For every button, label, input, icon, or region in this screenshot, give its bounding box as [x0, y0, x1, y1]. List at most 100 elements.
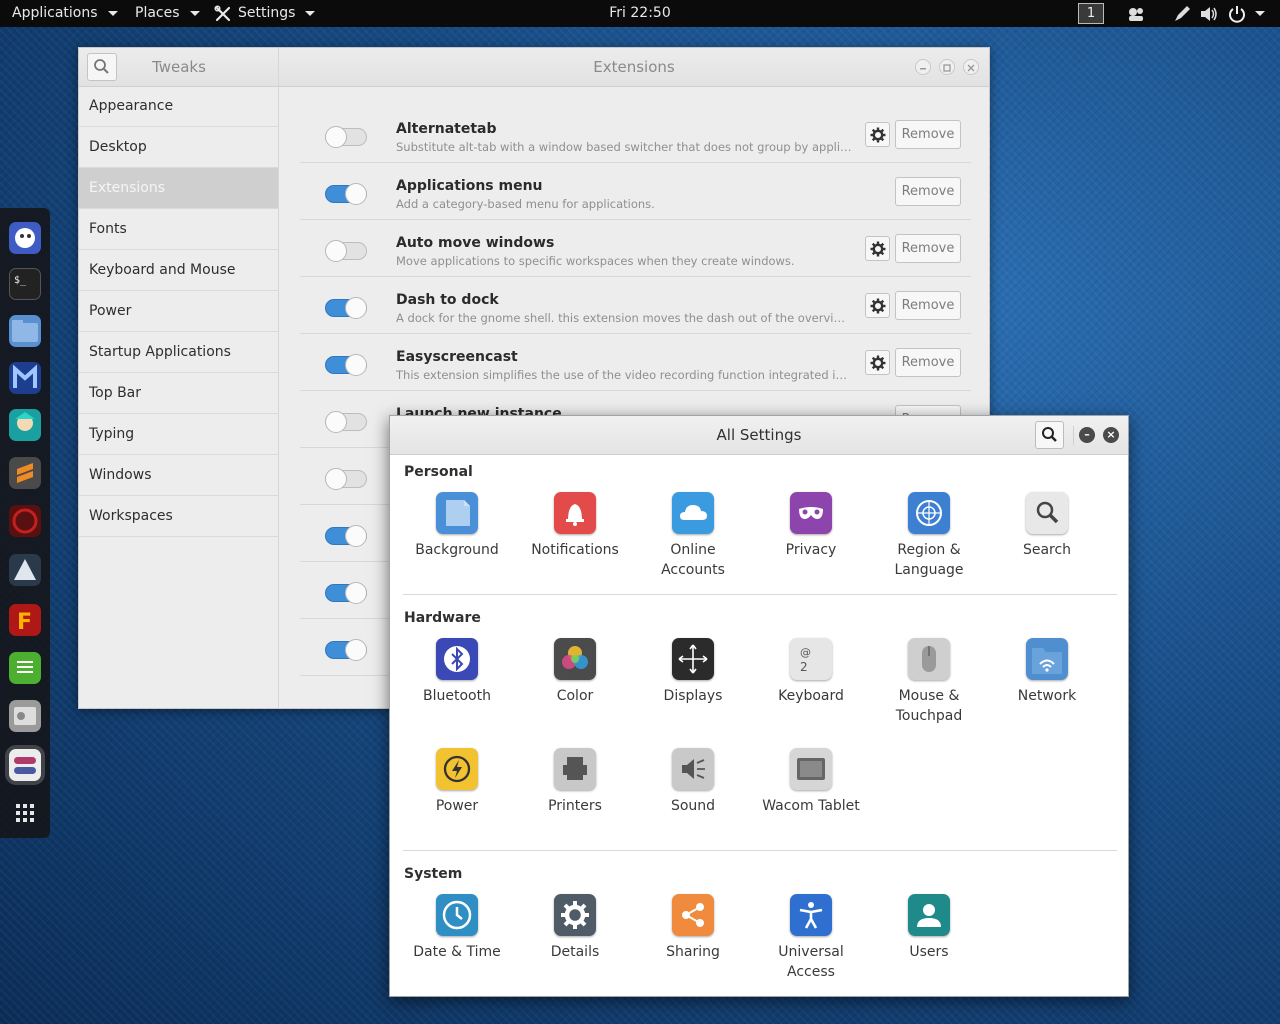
sidebar-item-workspaces[interactable]: Workspaces — [79, 496, 278, 537]
remove-extension-button[interactable]: Remove — [895, 291, 961, 320]
sublime-icon[interactable] — [9, 457, 41, 489]
settings-tile-network[interactable]: Network — [988, 638, 1106, 706]
extension-settings-button[interactable] — [865, 293, 890, 318]
workspace-indicator[interactable]: 1 — [1078, 3, 1104, 24]
sidebar-item-startup-applications[interactable]: Startup Applications — [79, 332, 278, 373]
terminal-icon[interactable]: $_ — [9, 268, 41, 300]
search-icon — [94, 59, 109, 74]
extension-toggle[interactable] — [325, 297, 367, 319]
people-icon[interactable] — [1126, 4, 1146, 24]
sidebar-item-top-bar[interactable]: Top Bar — [79, 373, 278, 414]
extension-toggle[interactable] — [325, 354, 367, 376]
app-grid-icon[interactable] — [9, 797, 41, 829]
tweaks-search-button[interactable] — [87, 53, 117, 81]
extension-settings-button[interactable] — [865, 236, 890, 261]
extension-toggle[interactable] — [325, 183, 367, 205]
maximize-button[interactable] — [939, 59, 955, 75]
settings-tile-search[interactable]: Search — [988, 492, 1106, 560]
filezilla-icon[interactable]: F — [9, 604, 41, 636]
settings-tile-date-time[interactable]: Date & Time — [398, 894, 516, 962]
settings-tile-label: Users — [909, 944, 949, 960]
sidebar-item-windows[interactable]: Windows — [79, 455, 278, 496]
toggle-knob — [345, 525, 367, 547]
section-divider — [403, 850, 1117, 851]
extension-settings-button[interactable] — [865, 350, 890, 375]
system-monitor-icon[interactable] — [9, 222, 41, 254]
close-button[interactable]: × — [1103, 427, 1119, 443]
remove-extension-button[interactable]: Remove — [895, 234, 961, 263]
settings-tile-label: Notifications — [531, 542, 619, 558]
settings-tile-sound[interactable]: Sound — [634, 748, 752, 816]
notifications-icon — [554, 492, 596, 534]
inkscape-icon[interactable] — [9, 554, 41, 586]
sidebar-item-desktop[interactable]: Desktop — [79, 127, 278, 168]
settings-tile-label: Printers — [548, 798, 602, 814]
settings-tile-wacom-tablet[interactable]: Wacom Tablet — [752, 748, 870, 816]
crash-icon[interactable] — [9, 505, 41, 537]
settings-tile-online-accounts[interactable]: Online Accounts — [634, 492, 752, 580]
settings-tile-details[interactable]: Details — [516, 894, 634, 962]
settings-tile-sharing[interactable]: Sharing — [634, 894, 752, 962]
text-editor-icon[interactable] — [9, 652, 41, 684]
date-time-icon — [436, 894, 478, 936]
settings-tile-universal-access[interactable]: Universal Access — [752, 894, 870, 982]
extension-settings-button[interactable] — [865, 122, 890, 147]
settings-tile-label: Universal Access — [778, 944, 844, 980]
universal-access-icon — [790, 894, 832, 936]
details-icon — [554, 894, 596, 936]
extension-toggle[interactable] — [325, 468, 367, 490]
users-icon — [908, 894, 950, 936]
extension-toggle[interactable] — [325, 582, 367, 604]
settings-tile-users[interactable]: Users — [870, 894, 988, 962]
malwarebytes-icon[interactable] — [9, 362, 41, 394]
sidebar-item-appearance[interactable]: Appearance — [79, 86, 278, 127]
settings-tile-background[interactable]: Background — [398, 492, 516, 560]
settings-tile-privacy[interactable]: Privacy — [752, 492, 870, 560]
remove-extension-button[interactable]: Remove — [895, 120, 961, 149]
volume-icon[interactable] — [1199, 4, 1219, 24]
privacy-icon — [790, 492, 832, 534]
bluetooth-icon — [436, 638, 478, 680]
extension-toggle[interactable] — [325, 411, 367, 433]
settings-tile-notifications[interactable]: Notifications — [516, 492, 634, 560]
settings-tile-region-language[interactable]: Region & Language — [870, 492, 988, 580]
sound-icon — [672, 748, 714, 790]
disk-utility-icon[interactable] — [9, 700, 41, 732]
settings-tile-mouse[interactable]: Mouse & Touchpad — [870, 638, 988, 726]
remove-extension-button[interactable]: Remove — [895, 177, 961, 206]
settings-tile-label: Mouse & Touchpad — [895, 688, 963, 724]
power-icon[interactable] — [1227, 4, 1247, 24]
settings-tile-label: Bluetooth — [423, 688, 491, 704]
sidebar-item-extensions[interactable]: Extensions — [79, 168, 278, 209]
minimize-button[interactable]: – — [1079, 427, 1095, 443]
header-separator — [1073, 426, 1074, 445]
tweaks-icon[interactable] — [9, 749, 41, 781]
game-icon[interactable] — [9, 409, 41, 441]
sidebar-item-power[interactable]: Power — [79, 291, 278, 332]
sidebar-item-keyboard-and-mouse[interactable]: Keyboard and Mouse — [79, 250, 278, 291]
settings-tile-power[interactable]: Power — [398, 748, 516, 816]
system-menu-chevron-icon[interactable] — [1255, 11, 1265, 16]
sidebar-item-fonts[interactable]: Fonts — [79, 209, 278, 250]
settings-search-button[interactable] — [1035, 421, 1064, 449]
extension-toggle[interactable] — [325, 525, 367, 547]
settings-tile-printers[interactable]: Printers — [516, 748, 634, 816]
toggle-knob — [325, 126, 347, 148]
minimize-button[interactable] — [915, 59, 931, 75]
extension-toggle[interactable] — [325, 240, 367, 262]
settings-tile-keyboard[interactable]: @2 Keyboard — [752, 638, 870, 706]
settings-tile-color[interactable]: Color — [516, 638, 634, 706]
settings-tile-displays[interactable]: Displays — [634, 638, 752, 706]
files-icon[interactable] — [9, 315, 41, 347]
printers-icon — [554, 748, 596, 790]
close-button[interactable] — [963, 59, 979, 75]
settings-tile-bluetooth[interactable]: Bluetooth — [398, 638, 516, 706]
extension-toggle[interactable] — [325, 126, 367, 148]
toggle-knob — [325, 411, 347, 433]
extension-toggle[interactable] — [325, 639, 367, 661]
pen-icon[interactable] — [1172, 4, 1192, 24]
remove-extension-button[interactable]: Remove — [895, 348, 961, 377]
sidebar-item-typing[interactable]: Typing — [79, 414, 278, 455]
wacom-tablet-icon — [790, 748, 832, 790]
extension-description: Add a category-based menu for applicatio… — [396, 197, 655, 211]
